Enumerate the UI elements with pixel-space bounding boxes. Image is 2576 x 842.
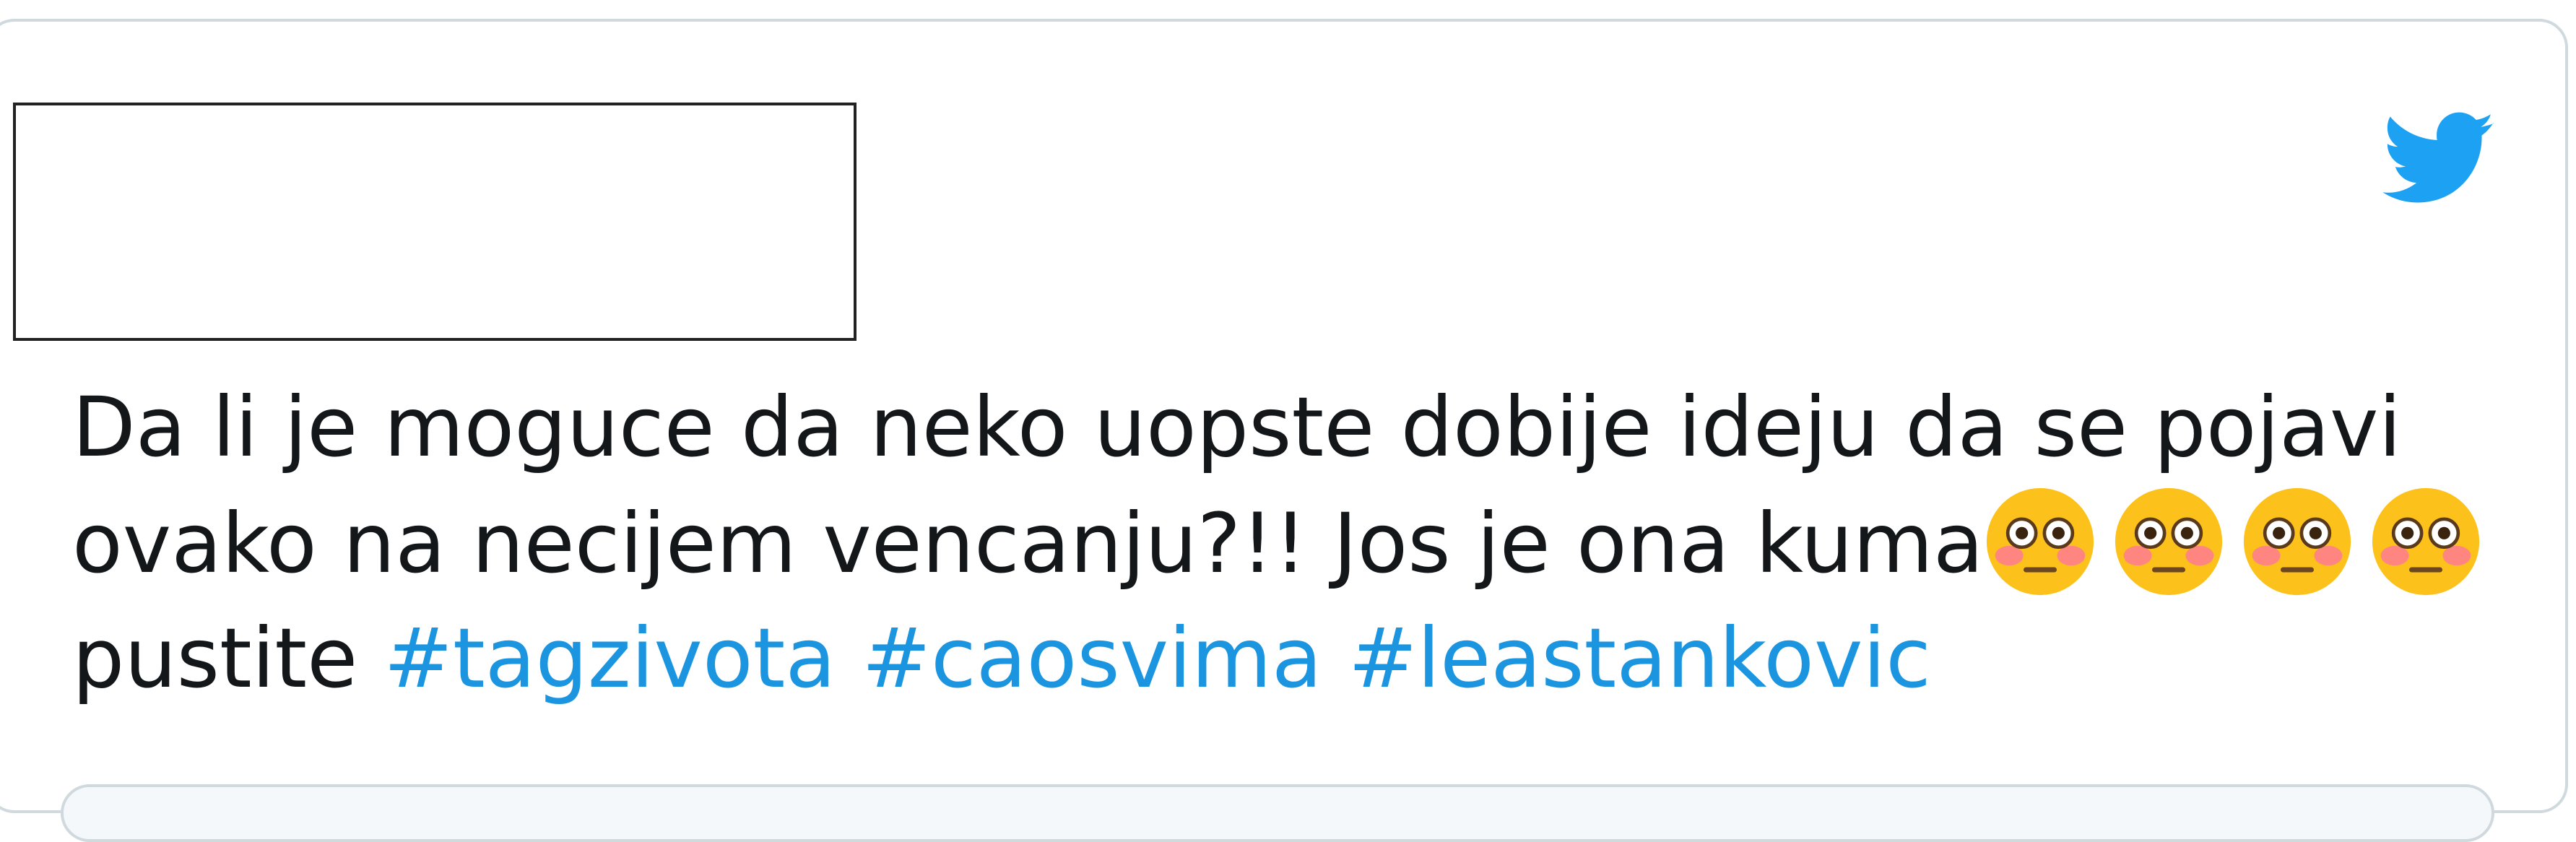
flushed-face-emoji-icon [1986,487,2094,596]
hashtag-link[interactable]: #caosvima [862,610,1322,706]
hashtag-link[interactable]: #tagzivota [383,610,836,706]
tweet-text-line-3-text: pustite [72,610,358,706]
flushed-face-emoji-icon [2115,487,2222,596]
twitter-bird-icon[interactable] [2383,111,2496,207]
hashtag-link[interactable]: #leastankovic [1348,610,1931,706]
tweet-text-line-3: pustite #tagzivota #caosvima #leastankov… [72,601,2528,716]
tweet-text: Da li je moguce da neko uopste dobije id… [72,370,2528,716]
emoji-row [1984,485,2498,602]
flushed-face-emoji-icon [2372,487,2479,596]
flushed-face-emoji-icon [2243,487,2351,596]
tweet-text-line-2-text: ovako na necijem vencanju?!! Jos je ona … [72,495,1984,591]
tweet-text-line-2: ovako na necijem vencanju?!! Jos je ona … [72,485,2528,601]
tweet-text-line-1: Da li je moguce da neko uopste dobije id… [72,379,2402,475]
redacted-user-header [13,103,857,341]
quoted-media-card[interactable] [61,784,2494,842]
